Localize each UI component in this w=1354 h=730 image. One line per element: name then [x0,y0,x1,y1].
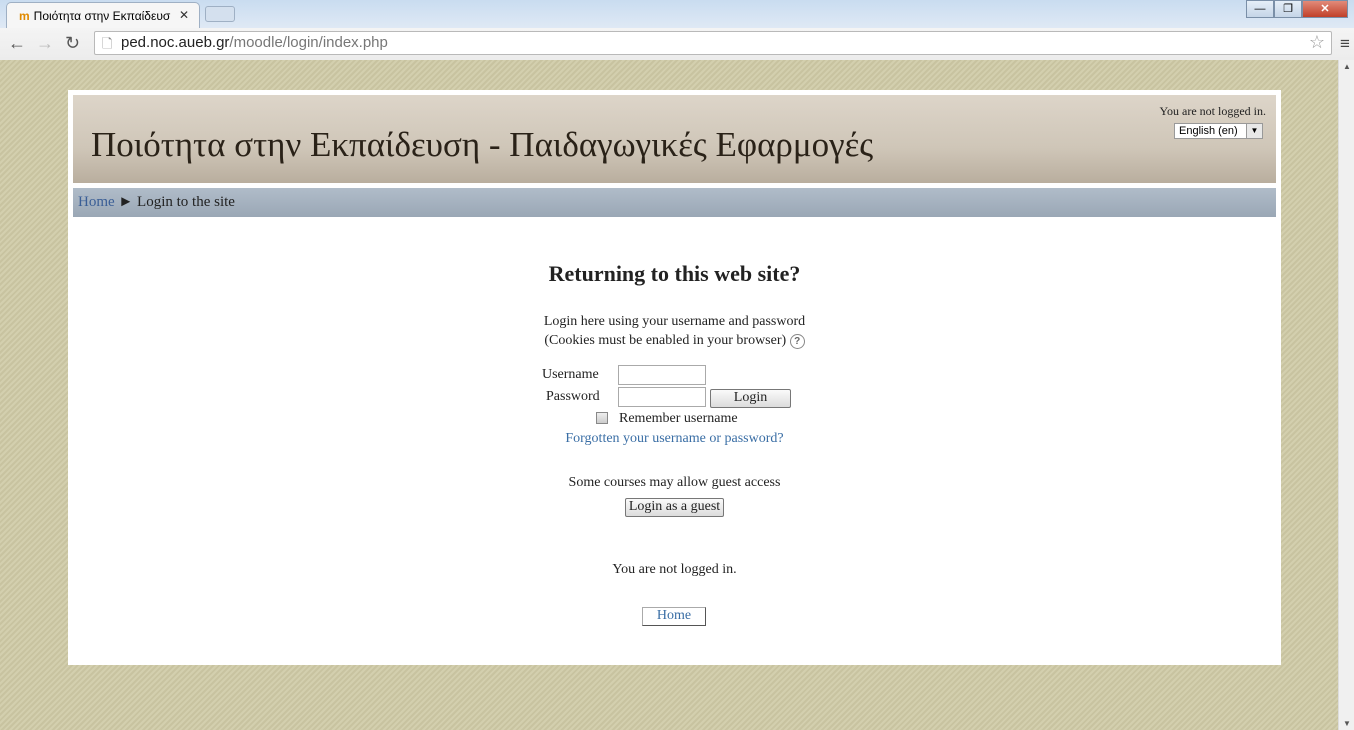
cookies-note: (Cookies must be enabled in your browser… [544,333,787,348]
breadcrumb-home-link[interactable]: Home [78,194,115,210]
username-input[interactable] [618,365,706,385]
remember-username-checkbox[interactable] [596,412,608,424]
minimize-button[interactable]: — [1246,0,1274,18]
page-container: Ποιότητα στην Εκπαίδευση - Παιδαγωγικές … [68,90,1281,665]
url-path: /moodle/login/index.php [229,34,388,51]
login-button[interactable]: Login [710,389,791,408]
tab-title: Ποιότητα στην Εκπαίδευσ [33,9,171,23]
breadcrumb-current: Login to the site [137,194,235,210]
address-bar[interactable]: 🗋 ped.noc.aueb.gr/moodle/login/index.php ☆ [94,31,1332,55]
scroll-up-icon[interactable]: ▲ [1343,62,1351,71]
forward-icon[interactable]: → [36,33,54,54]
new-tab-button[interactable] [205,6,235,22]
site-header: Ποιότητα στην Εκπαίδευση - Παιδαγωγικές … [73,95,1276,183]
browser-tab[interactable]: m Ποιότητα στην Εκπαίδευσ ✕ [6,2,200,28]
reload-icon[interactable]: ↻ [65,33,80,54]
close-window-button[interactable]: ✕ [1302,0,1348,18]
username-label: Username [542,367,599,382]
remember-username-label: Remember username [619,411,738,426]
scrollbar[interactable]: ▲ ▼ [1338,60,1354,730]
bookmark-star-icon[interactable]: ☆ [1309,32,1325,53]
back-icon[interactable]: ← [8,33,26,54]
site-title: Ποιότητα στην Εκπαίδευση - Παιδαγωγικές … [91,125,874,164]
breadcrumb-separator-icon: ► [118,194,134,210]
page-icon: 🗋 [102,36,113,51]
language-select[interactable]: English (en) ▼ [1174,123,1263,139]
footer-login-info: You are not logged in. [612,562,737,577]
language-value: English (en) [1179,125,1238,137]
login-intro: Login here using your username and passw… [543,314,806,329]
password-label: Password [546,389,600,404]
forgot-password-text[interactable]: Forgotten your username or password? [565,431,783,446]
moodle-favicon-icon: m [19,9,30,23]
close-tab-icon[interactable]: ✕ [179,8,189,22]
footer-home-button[interactable]: Home [642,607,706,626]
menu-icon[interactable]: ≡ [1340,34,1350,54]
login-heading: Returning to this web site? [548,261,801,286]
browser-chrome: m Ποιότητα στην Εκπαίδευσ ✕ — ❐ ✕ ← → ↻ 🗋 ped… [0,0,1354,60]
help-icon[interactable]: ? [789,334,805,349]
guest-login-button[interactable]: Login as a guest [625,498,724,517]
forgot-password-link[interactable]: Forgotten your username or password? [68,431,1281,447]
login-info: You are not logged in. [1159,104,1266,118]
url-host: ped.noc.aueb.gr [121,34,230,51]
breadcrumb: Home ► Login to the site [73,188,1276,217]
restore-button[interactable]: ❐ [1274,0,1302,18]
chevron-down-icon: ▼ [1246,124,1262,138]
guest-access-text: Some courses may allow guest access [568,475,781,490]
scroll-down-icon[interactable]: ▼ [1343,719,1351,728]
password-input[interactable] [618,387,706,407]
